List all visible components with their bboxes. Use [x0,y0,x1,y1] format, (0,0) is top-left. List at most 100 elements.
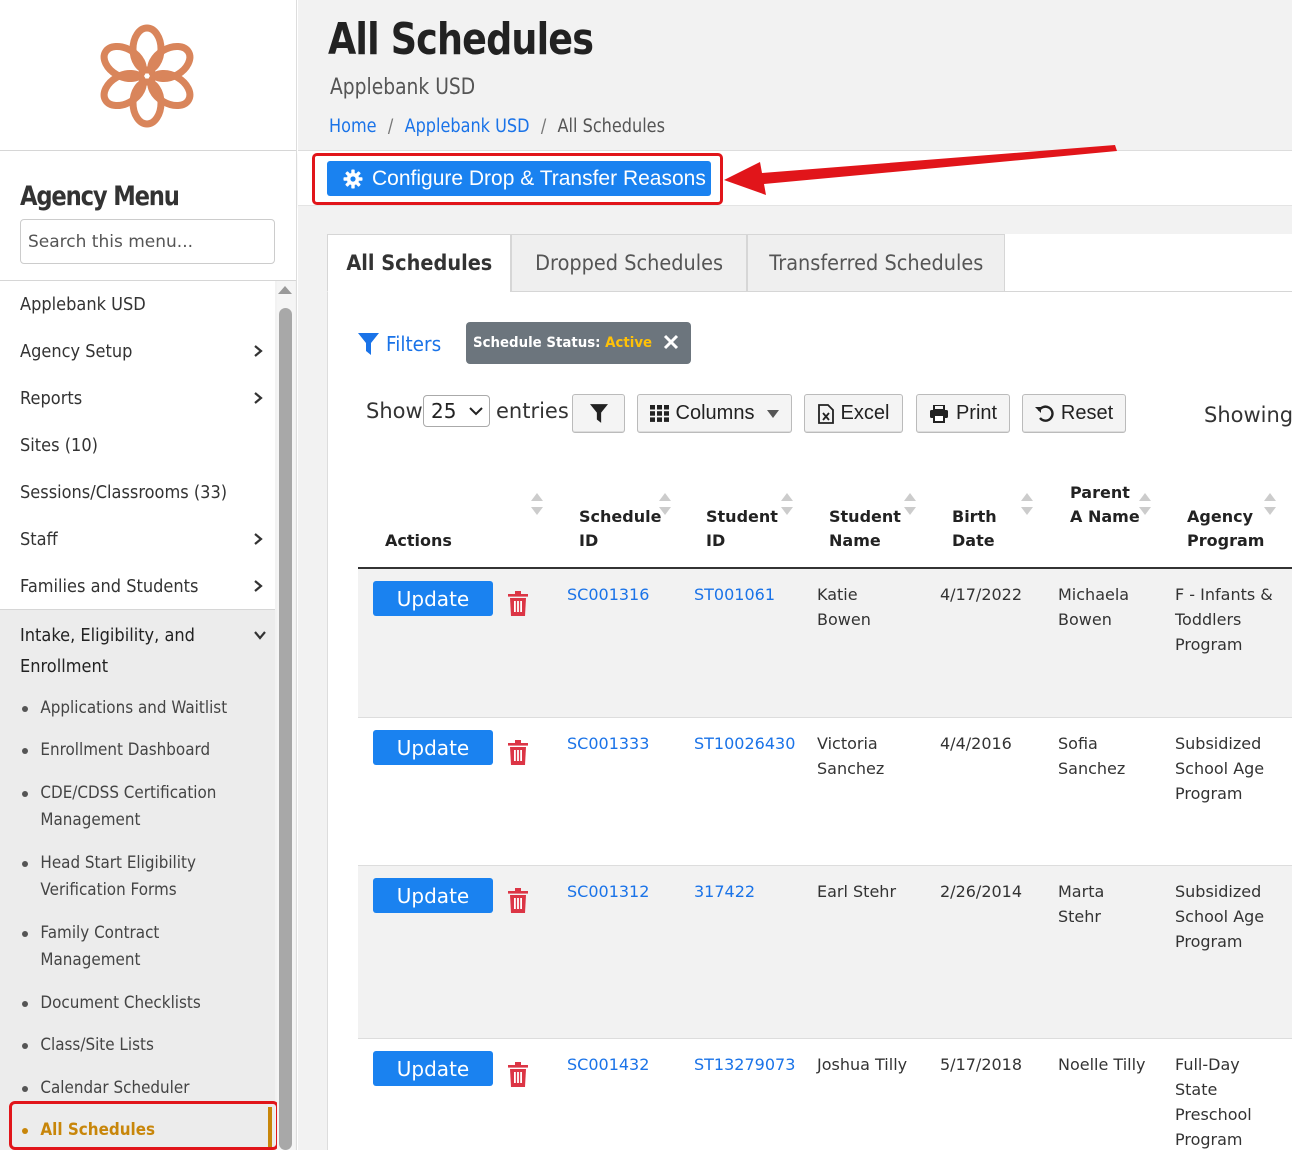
scrollbar-thumb[interactable] [279,308,292,1150]
breadcrumb-home-link[interactable]: Home [329,116,377,137]
schedule-id-link[interactable]: SC001333 [567,731,649,756]
logo-area [0,0,296,151]
printer-icon [929,404,948,423]
sort-icon[interactable] [531,493,543,515]
menu-item-reports[interactable]: Reports [0,375,275,421]
entries-label: entries [496,399,569,423]
menu-item-agency-setup[interactable]: Agency Setup [0,328,275,374]
breadcrumb-current: All Schedules [557,116,665,137]
trash-icon[interactable] [508,591,528,616]
schedule-id-link[interactable]: SC001316 [567,582,649,607]
sub-item-calendar-scheduler[interactable]: Calendar Scheduler [22,1074,262,1101]
column-filter-button[interactable] [572,394,625,433]
menu-item-applebank-usd[interactable]: Applebank USD [0,281,275,327]
chip-value: Active [605,335,653,351]
menu-item-label: Reports [20,387,83,409]
sub-item-label: Class/Site Lists [40,1035,154,1054]
sub-item-family-contract[interactable]: Family Contract Management [22,919,262,973]
tab-label: Transferred Schedules [768,251,984,275]
sort-icon[interactable] [781,493,793,515]
filter-funnel-icon [358,333,379,355]
tab-label: Dropped Schedules [535,251,723,275]
sub-item-head-start-eligibility[interactable]: Head Start Eligibility Verification Form… [22,849,262,903]
sort-icon[interactable] [904,493,916,515]
reset-button[interactable]: Reset [1022,394,1126,433]
chevron-right-icon [254,533,263,545]
chevron-right-icon [254,392,263,404]
menu-item-families-and-students[interactable]: Families and Students [0,563,275,609]
filter-funnel-icon [589,404,608,423]
student-name: Joshua Tilly [817,1055,908,1074]
trash-icon[interactable] [508,888,528,913]
sub-item-cde-cdss-certification[interactable]: CDE/CDSS Certification Management [22,779,262,833]
tab-transferred-schedules[interactable]: Transferred Schedules [747,234,1005,292]
tab-all-schedules[interactable]: All Schedules [327,234,511,292]
chevron-down-icon[interactable] [253,628,267,642]
sort-icon[interactable] [1264,493,1276,515]
col-header-student-id[interactable]: Student ID [706,505,786,553]
schedule-id-link[interactable]: SC001432 [567,1052,649,1077]
sort-icon[interactable] [1139,493,1151,515]
menu-item-sites[interactable]: Sites (10) [0,422,275,468]
sub-item-class-site-lists[interactable]: Class/Site Lists [22,1031,262,1058]
student-id-link[interactable]: ST10026430 [694,731,795,756]
agency-program: Subsidized School Age Program [1175,734,1265,803]
filters-label: Filters [386,332,442,356]
menu-search-input[interactable] [20,219,275,264]
col-header-parent-a-name[interactable]: Parent A Name [1070,481,1140,529]
excel-export-button[interactable]: Excel [804,394,903,433]
update-button[interactable]: Update [373,730,493,765]
entries-value: 25 [431,399,457,423]
sub-item-label: Family Contract Management [40,923,160,969]
status-filter-chip: Schedule Status: Active [466,322,691,364]
parent-a-name: Noelle Tilly [1058,1055,1146,1074]
tab-dropped-schedules[interactable]: Dropped Schedules [511,234,747,292]
col-header-birth-date[interactable]: Birth Date [952,505,1012,553]
update-button[interactable]: Update [373,878,493,913]
menu-item-staff[interactable]: Staff [0,516,275,562]
agency-menu-header: Agency Menu [0,151,296,281]
columns-dropdown-button[interactable]: Columns [637,394,792,433]
scroll-up-arrow-icon[interactable] [278,286,292,294]
agency-program: Full-Day State Preschool Program [1175,1055,1252,1149]
col-header-actions[interactable]: Actions [385,529,452,553]
print-button[interactable]: Print [916,394,1010,433]
tab-label: All Schedules [346,251,492,275]
menu-section-intake-title[interactable]: Intake, Eligibility, and Enrollment [20,620,227,682]
menu-item-label: Sessions/Classrooms (33) [20,481,228,503]
sidebar: Agency Menu Applebank USD Agency Setup R… [0,0,297,1150]
update-button[interactable]: Update [373,581,493,616]
trash-icon[interactable] [508,1062,528,1087]
sub-item-document-checklists[interactable]: Document Checklists [22,989,262,1016]
sub-item-label: CDE/CDSS Certification Management [40,783,217,829]
page-title: All Schedules [328,14,594,65]
columns-label: Columns [675,402,755,424]
schedule-id-link[interactable]: SC001312 [567,879,649,904]
annotation-highlight-box [9,1101,279,1150]
student-id-link[interactable]: ST001061 [694,582,775,607]
student-id-link[interactable]: 317422 [694,879,755,904]
trash-icon[interactable] [508,740,528,765]
sort-icon[interactable] [1021,493,1033,515]
birth-date: 2/26/2014 [940,882,1023,901]
student-name: Earl Stehr [817,882,897,901]
col-header-student-name[interactable]: Student Name [829,505,909,553]
excel-label: Excel [840,402,890,424]
col-header-schedule-id[interactable]: Schedule ID [579,505,669,553]
student-id-link[interactable]: ST13279073 [694,1052,795,1077]
sub-item-applications-waitlist[interactable]: Applications and Waitlist [22,694,262,721]
breadcrumb-agency-link[interactable]: Applebank USD [405,116,530,137]
sub-item-label: Enrollment Dashboard [40,740,211,759]
update-button[interactable]: Update [373,1051,493,1086]
chevron-right-icon [254,580,263,592]
agency-program: Subsidized School Age Program [1175,882,1265,951]
tab-divider [510,291,1292,292]
filters-toggle[interactable]: Filters [358,332,446,356]
menu-item-sessions-classrooms[interactable]: Sessions/Classrooms (33) [0,469,275,515]
sort-icon[interactable] [659,493,671,515]
sub-item-enrollment-dashboard[interactable]: Enrollment Dashboard [22,736,262,763]
birth-date: 4/17/2022 [940,585,1023,604]
col-header-agency-program[interactable]: Agency Program [1187,505,1267,553]
close-icon[interactable] [663,334,679,350]
entries-per-page-select[interactable]: 25 [423,395,490,427]
